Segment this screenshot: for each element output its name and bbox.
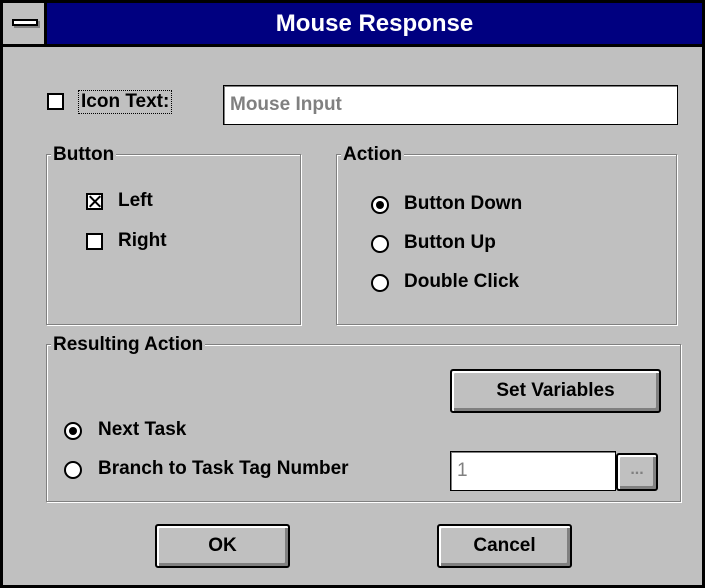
double-click-radio[interactable] [371, 274, 389, 292]
next-task-radio[interactable] [64, 422, 82, 440]
button-down-label[interactable]: Button Down [404, 193, 522, 215]
button-group [46, 154, 301, 325]
right-label[interactable]: Right [118, 230, 167, 252]
button-up-radio[interactable] [371, 235, 389, 253]
tag-number-field[interactable]: 1 [450, 451, 616, 491]
button-down-radio[interactable] [371, 196, 389, 214]
icon-text-field[interactable]: Mouse Input [223, 85, 678, 125]
next-task-label[interactable]: Next Task [98, 419, 186, 441]
branch-to-task-radio[interactable] [64, 461, 82, 479]
action-group-label: Action [341, 144, 405, 166]
set-variables-button[interactable]: Set Variables [450, 369, 661, 413]
cancel-button[interactable]: Cancel [437, 524, 572, 568]
icon-text-label: Icon Text: [78, 90, 173, 114]
browse-button[interactable]: ... [616, 453, 658, 491]
left-checkbox[interactable] [86, 193, 103, 210]
title-bar: Mouse Response [3, 3, 702, 47]
double-click-label[interactable]: Double Click [404, 271, 519, 293]
left-label[interactable]: Left [118, 190, 153, 212]
system-menu-icon [12, 19, 38, 26]
right-checkbox[interactable] [86, 233, 103, 250]
button-group-label: Button [51, 144, 117, 166]
mouse-response-dialog: Mouse Response Icon Text: Mouse Input Bu… [0, 0, 705, 588]
resulting-action-label: Resulting Action [51, 334, 206, 356]
button-up-label[interactable]: Button Up [404, 232, 496, 254]
branch-to-task-label[interactable]: Branch to Task Tag Number [98, 458, 349, 480]
window-title: Mouse Response [275, 10, 474, 37]
ok-button[interactable]: OK [155, 524, 290, 568]
ok-label: OK [208, 535, 237, 556]
icon-text-checkbox[interactable] [47, 93, 64, 110]
system-menu-button[interactable] [3, 3, 47, 44]
